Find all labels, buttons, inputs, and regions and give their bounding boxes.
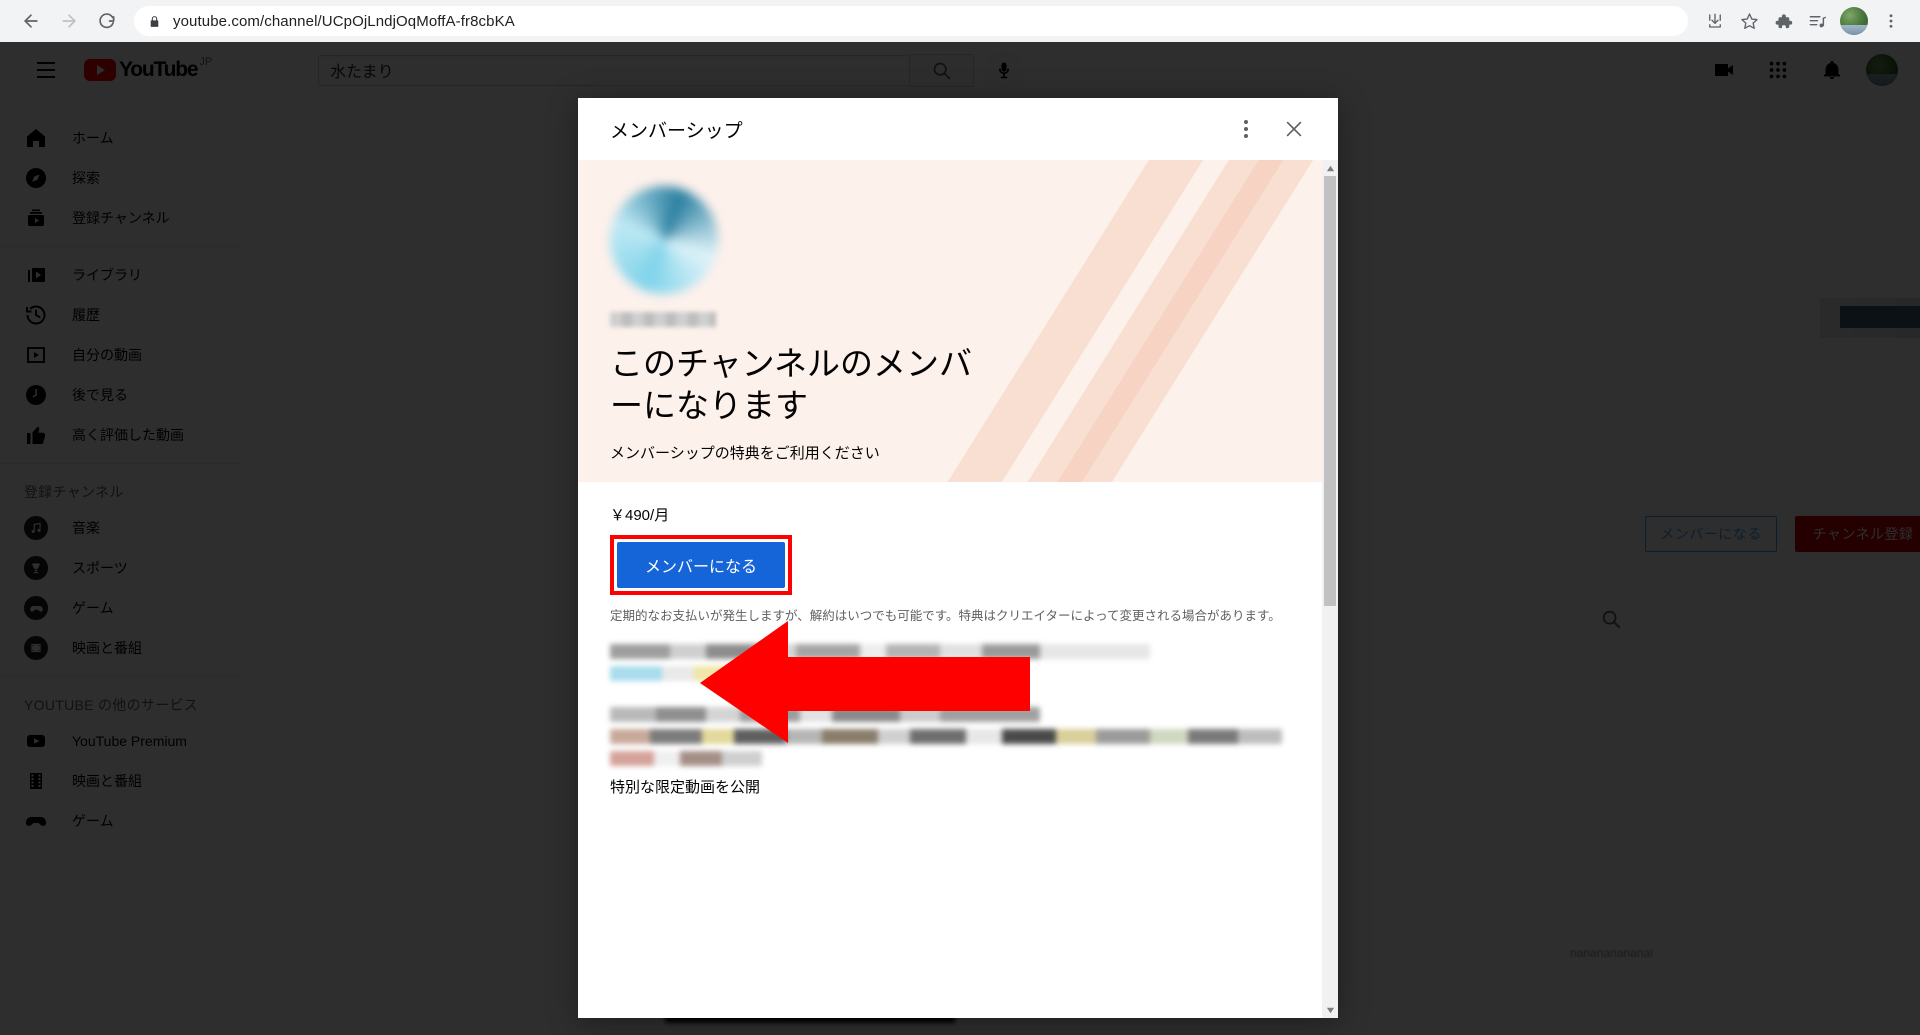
browser-actions xyxy=(1698,4,1908,38)
scroll-up-arrow[interactable] xyxy=(1322,160,1338,176)
youtube-page: YouTube JP 水たまり xyxy=(0,42,1920,1035)
extensions-puzzle-icon[interactable] xyxy=(1766,4,1800,38)
scrollbar-track[interactable] xyxy=(1322,176,1338,1002)
close-icon[interactable] xyxy=(1274,109,1314,149)
profile-avatar[interactable] xyxy=(1840,7,1868,35)
dialog-header: メンバーシップ xyxy=(578,98,1338,160)
join-button-highlight: メンバーになる xyxy=(610,535,793,595)
perk-item: 特別な限定動画を公開 xyxy=(610,707,1290,797)
forward-arrow-icon[interactable] xyxy=(50,2,88,40)
reload-icon[interactable] xyxy=(88,2,126,40)
hero-subtitle: メンバーシップの特典をご利用ください xyxy=(610,445,880,463)
hero-heading: このチャンネルのメンバーになります xyxy=(610,345,973,424)
bookmark-star-icon[interactable] xyxy=(1732,4,1766,38)
chrome-menu-icon[interactable] xyxy=(1874,4,1908,38)
join-button[interactable]: メンバーになる xyxy=(617,542,786,588)
scroll-down-arrow[interactable] xyxy=(1322,1002,1338,1018)
browser-toolbar: youtube.com/channel/UCpOjLndjOqMoffA-fr8… xyxy=(0,0,1920,42)
scrollbar-thumb[interactable] xyxy=(1324,176,1336,606)
dialog-body: このチャンネルのメンバーになります メンバーシップの特典をご利用ください ￥49… xyxy=(578,160,1338,1018)
offer-fineprint: 定期的なお支払いが発生しますが、解約はいつでも可能です。特典はクリエイターによっ… xyxy=(610,609,1281,623)
back-arrow-icon[interactable] xyxy=(12,2,50,40)
modal-scrollbar[interactable] xyxy=(1322,160,1338,1018)
membership-dialog: メンバーシップ このチャンネルのメンバーになります メンバーシップの特典をご利用… xyxy=(578,98,1338,1018)
dialog-title: メンバーシップ xyxy=(610,120,743,142)
hero-channel-name xyxy=(610,312,716,327)
url-text: youtube.com/channel/UCpOjLndjOqMoffA-fr8… xyxy=(173,12,515,30)
address-bar[interactable]: youtube.com/channel/UCpOjLndjOqMoffA-fr8… xyxy=(134,6,1688,36)
hero-channel-avatar xyxy=(610,186,718,294)
perk-caption: 特別な限定動画を公開 xyxy=(610,779,761,797)
membership-offer: ￥490/月 メンバーになる 定期的なお支払いが発生しますが、解約はいつでも可能… xyxy=(578,482,1322,627)
download-icon[interactable] xyxy=(1698,4,1732,38)
media-list-icon[interactable] xyxy=(1800,4,1834,38)
membership-perks: 特別な限定動画を公開 xyxy=(578,626,1322,798)
dialog-scroll-content: このチャンネルのメンバーになります メンバーシップの特典をご利用ください ￥49… xyxy=(578,160,1322,1018)
perk-item xyxy=(610,644,1290,682)
lock-icon xyxy=(148,14,161,29)
offer-price: ￥490/月 xyxy=(610,507,670,524)
more-options-icon[interactable] xyxy=(1226,109,1266,149)
membership-hero: このチャンネルのメンバーになります メンバーシップの特典をご利用ください xyxy=(578,160,1322,482)
